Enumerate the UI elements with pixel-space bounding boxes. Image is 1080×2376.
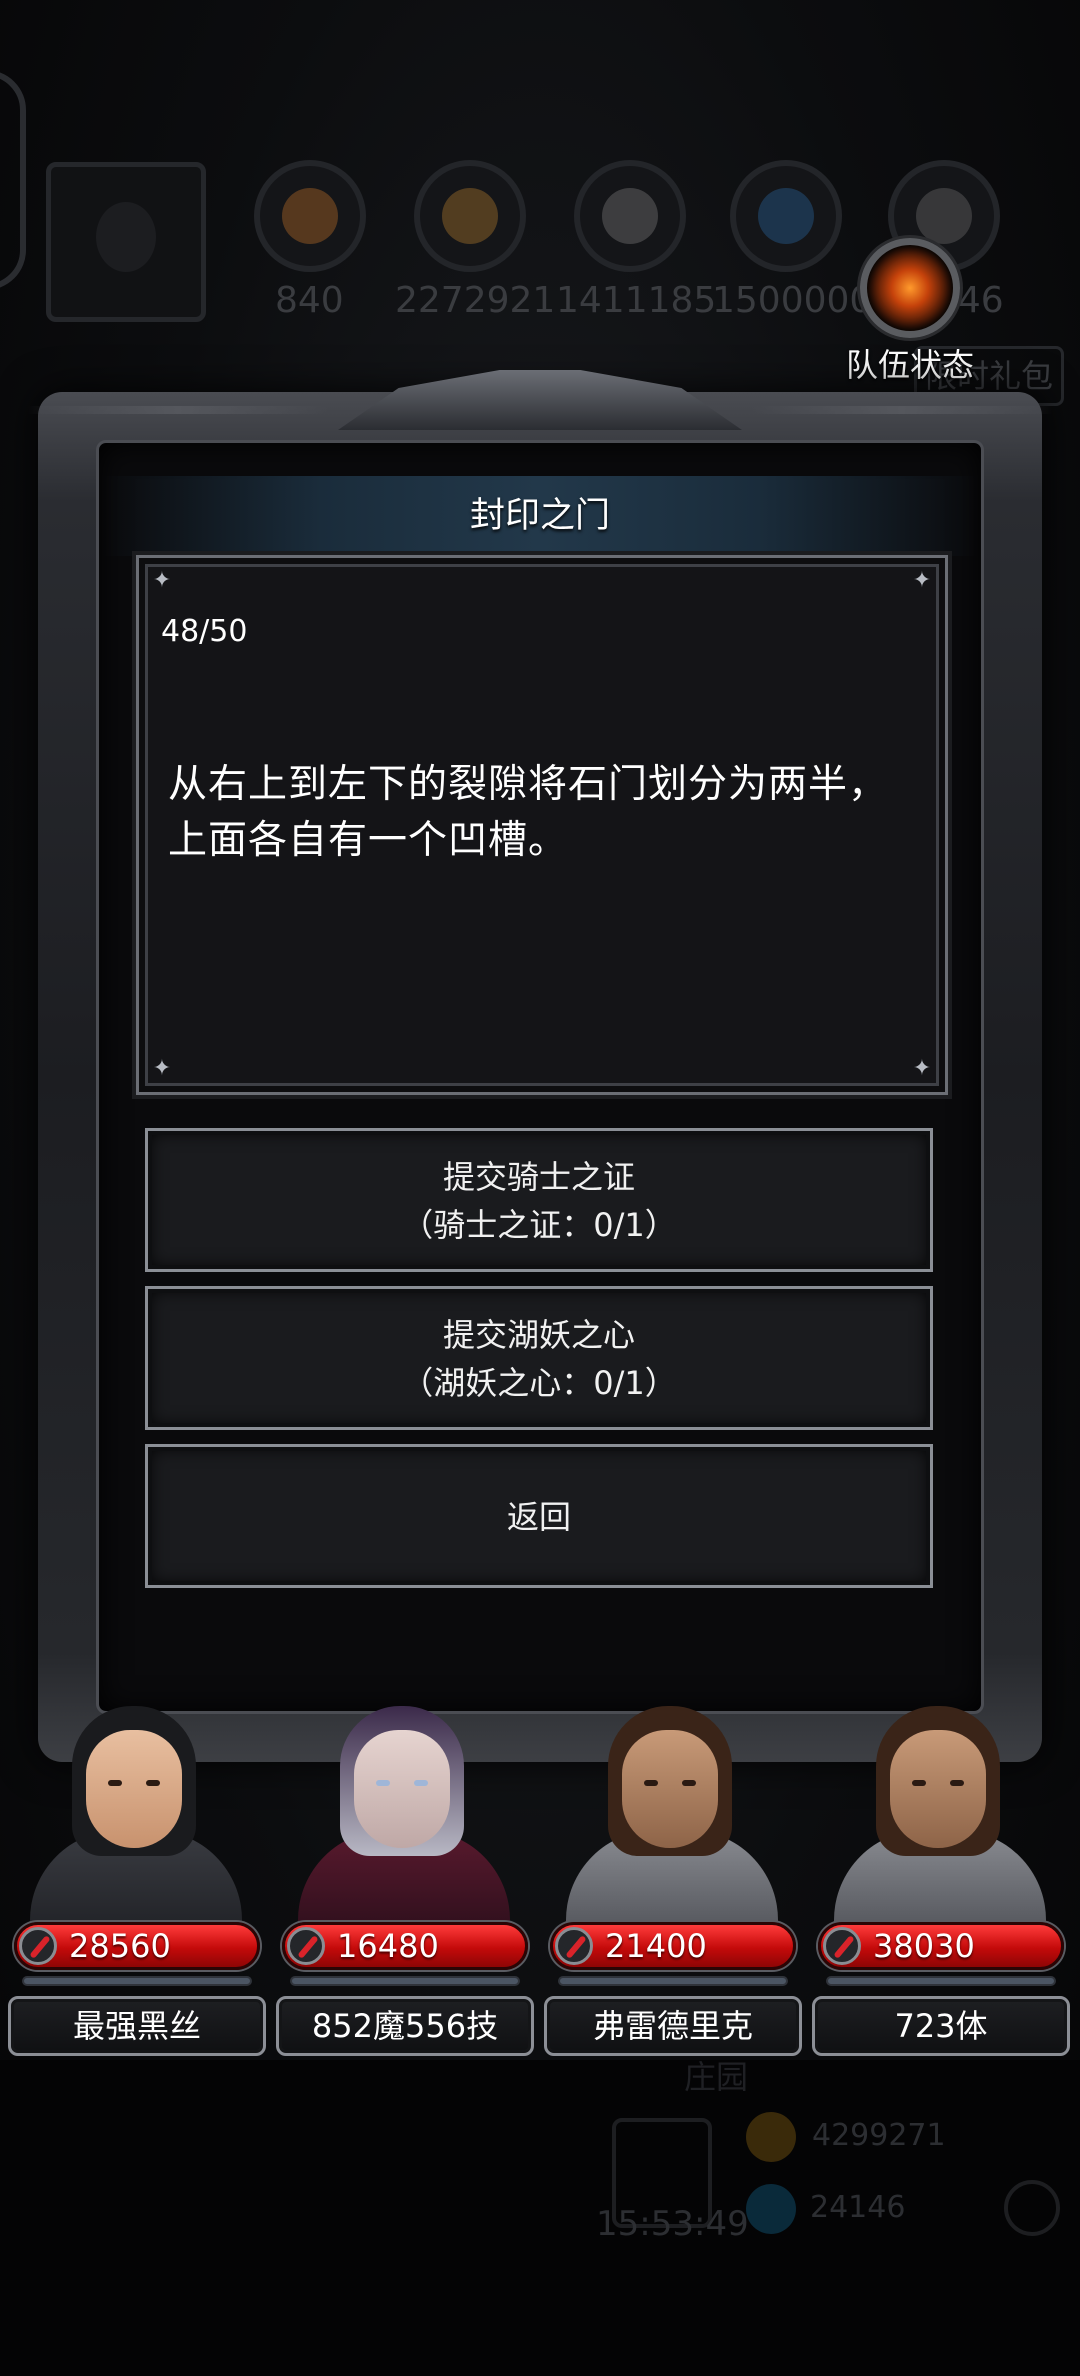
hero-name-plate: 723体 — [812, 1996, 1070, 2056]
team-status-button[interactable]: 队伍状态 — [835, 238, 985, 386]
hero-hp-bar: 28560 — [14, 1922, 260, 1970]
sword-icon — [555, 1927, 593, 1965]
story-line-2: 上面各自有一个凹槽。 — [168, 818, 569, 863]
hero-mana-bar — [290, 1976, 520, 1986]
corner-sparkle-icon: ✦ — [912, 1056, 932, 1081]
thorn-ornament — [28, 406, 328, 414]
thorn-ornament — [752, 406, 1052, 414]
nav-icon-3[interactable] — [234, 2168, 306, 2240]
crystal-resource-icon — [730, 160, 842, 272]
hero-name: 723体 — [894, 2007, 988, 2045]
hero-card-3[interactable]: 21400 弗雷德里克 — [540, 1692, 804, 2060]
hero-card-1[interactable]: 28560 最强黑丝 — [4, 1692, 268, 2060]
hero-name: 852魔556技 — [311, 2007, 499, 2045]
hero-name: 弗雷德里克 — [592, 2007, 753, 2045]
side-menu-handle[interactable] — [0, 70, 26, 290]
return-button[interactable]: 返回 — [145, 1444, 933, 1588]
hero-portrait-sorceress — [278, 1692, 530, 1960]
resource-value-1: 840 — [275, 280, 344, 321]
event-progress: 48/50 — [161, 614, 248, 649]
corner-sparkle-icon: ✦ — [912, 568, 932, 593]
currency-gem-value: 24146 — [810, 2190, 906, 2225]
team-status-label: 队伍状态 — [845, 346, 974, 384]
hero-mana-bar — [22, 1976, 252, 1986]
corner-sparkle-icon: ✦ — [152, 568, 172, 593]
dialog-title-bar: 封印之门 — [102, 476, 978, 556]
sword-icon — [19, 1927, 57, 1965]
choice-requirement: （骑士之证：0/1） — [401, 1206, 677, 1244]
gem-icon — [746, 2184, 796, 2234]
wood-resource-icon — [414, 160, 526, 272]
hero-portrait-knight — [546, 1692, 798, 1960]
nav-icon-5[interactable] — [436, 2168, 508, 2240]
gold-coin-icon — [746, 2112, 796, 2162]
submit-knight-proof-button[interactable]: 提交骑士之证 （骑士之证：0/1） — [145, 1128, 933, 1272]
hero-mana-bar — [558, 1976, 788, 1986]
hero-card-2[interactable]: 16480 852魔556技 — [272, 1692, 536, 2060]
submit-lake-demon-heart-button[interactable]: 提交湖妖之心 （湖妖之心：0/1） — [145, 1286, 933, 1430]
hero-name-plate: 最强黑丝 — [8, 1996, 266, 2056]
hero-name-plate: 弗雷德里克 — [544, 1996, 802, 2056]
add-currency-icon[interactable] — [1004, 2180, 1060, 2236]
nav-icon-4[interactable] — [336, 2168, 408, 2240]
choice-requirement: （湖妖之心：0/1） — [401, 1364, 677, 1402]
story-line-1: 从右上到左下的裂隙将石门划分为两半， — [168, 762, 889, 807]
player-avatar[interactable] — [46, 162, 206, 322]
dialog-title: 封印之门 — [469, 496, 610, 536]
nav-icon-2[interactable] — [134, 2168, 206, 2240]
hero-name-plate: 852魔556技 — [276, 1996, 534, 2056]
hero-portrait-knight — [814, 1692, 1066, 1960]
hero-card-4[interactable]: 38030 723体 — [808, 1692, 1072, 2060]
nav-icon-1[interactable] — [34, 2168, 106, 2240]
hero-hp-bar: 38030 — [818, 1922, 1064, 1970]
gift-timer: 15:53:49 — [596, 2204, 749, 2244]
sword-icon — [823, 1927, 861, 1965]
hero-name: 最强黑丝 — [72, 2007, 201, 2045]
team-status-icon — [860, 238, 960, 338]
resource-value-2: 2272921 — [395, 280, 556, 321]
choice-label: 提交骑士之证 — [442, 1158, 635, 1196]
choice-label: 提交湖妖之心 — [442, 1316, 635, 1354]
hero-hp-value: 28560 — [69, 1927, 171, 1965]
hero-hp-value: 38030 — [873, 1927, 975, 1965]
sword-icon — [287, 1927, 325, 1965]
currency-gold-value: 4299271 — [812, 2118, 946, 2153]
hero-mana-bar — [826, 1976, 1056, 1986]
corner-sparkle-icon: ✦ — [152, 1056, 172, 1081]
stone-resource-icon — [574, 160, 686, 272]
choice-label: 返回 — [506, 1498, 571, 1536]
hero-hp-bar: 21400 — [550, 1922, 796, 1970]
hero-hp-value: 16480 — [337, 1927, 439, 1965]
resource-value-3: 1411185 — [556, 280, 717, 321]
hero-hp-bar: 16480 — [282, 1922, 528, 1970]
food-resource-icon — [254, 160, 366, 272]
story-text: 从右上到左下的裂隙将石门划分为两半， 上面各自有一个凹槽。 — [168, 757, 928, 869]
hero-portrait-nun — [10, 1692, 262, 1960]
hero-hp-value: 21400 — [605, 1927, 707, 1965]
